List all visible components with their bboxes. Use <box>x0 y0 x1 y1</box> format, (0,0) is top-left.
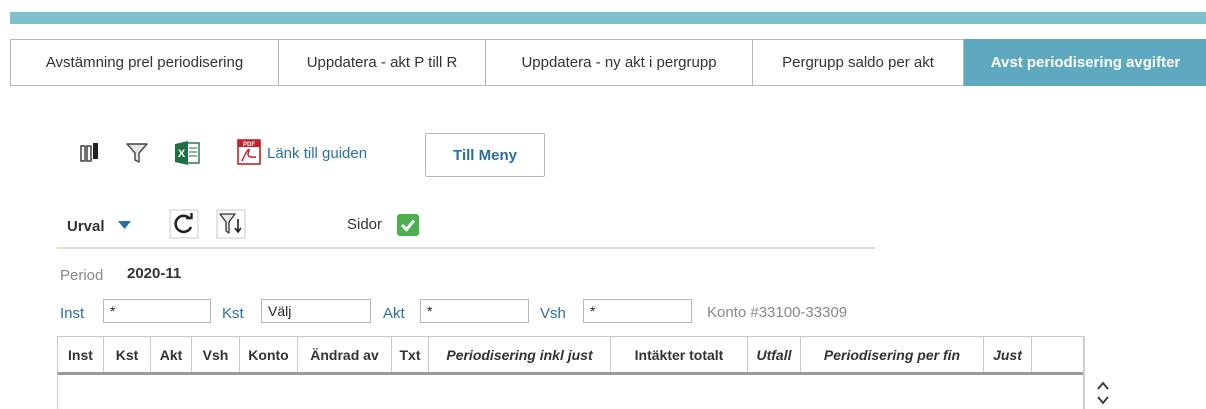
tab-pergrupp-saldo-per-akt[interactable]: Pergrupp saldo per akt <box>752 39 964 86</box>
inst-label: Inst <box>60 305 85 322</box>
col-header-intakter-totalt[interactable]: Intäkter totalt <box>611 337 748 372</box>
tab-bar: Avstämning prel periodisering Uppdatera … <box>10 39 1206 86</box>
konto-range: Konto #33100-33309 <box>707 304 848 321</box>
sidor-label: Sidor <box>347 216 383 233</box>
tab-uppdatera-ny-akt-i-pergrupp[interactable]: Uppdatera - ny akt i pergrupp <box>485 39 752 86</box>
tab-uppdatera-akt-p-till-r[interactable]: Uppdatera - akt P till R <box>278 39 485 86</box>
top-banner <box>10 12 1206 24</box>
sidor-checkbox[interactable] <box>397 214 419 236</box>
data-grid: Inst Kst Akt Vsh Konto Ändrad av Txt Per… <box>57 336 1084 409</box>
col-header-konto[interactable]: Konto <box>240 337 298 372</box>
urval-label[interactable]: Urval <box>67 218 105 235</box>
period-value: 2020-11 <box>127 265 182 282</box>
tab-avstamning-prel-periodisering[interactable]: Avstämning prel periodisering <box>10 39 278 86</box>
excel-icon[interactable]: X <box>174 140 200 166</box>
vsh-input[interactable]: * <box>583 299 692 323</box>
col-header-inst[interactable]: Inst <box>58 337 104 372</box>
col-header-vsh[interactable]: Vsh <box>192 337 240 372</box>
grid-scrollbar[interactable] <box>1084 336 1121 409</box>
tab-avst-periodisering-avgifter[interactable]: Avst periodisering avgifter <box>964 39 1206 86</box>
col-header-andrad-av[interactable]: Ändrad av <box>298 337 392 372</box>
inst-input[interactable]: * <box>103 299 211 323</box>
col-header-periodisering-per-fin[interactable]: Periodisering per fin <box>801 337 984 372</box>
col-header-just[interactable]: Just <box>984 337 1032 372</box>
till-meny-button[interactable]: Till Meny <box>425 133 545 177</box>
filter-apply-icon[interactable] <box>216 209 246 239</box>
svg-text:PDF: PDF <box>243 142 255 148</box>
reset-icon[interactable] <box>169 209 199 239</box>
svg-text:X: X <box>178 148 186 160</box>
guide-link[interactable]: Länk till guiden <box>267 145 367 162</box>
vsh-label: Vsh <box>540 305 566 322</box>
kst-label: Kst <box>222 305 244 322</box>
col-header-utfall[interactable]: Utfall <box>748 337 801 372</box>
scroll-arrows-icon[interactable] <box>1096 380 1110 406</box>
col-header-periodisering-inkl-just[interactable]: Periodisering inkl just <box>429 337 611 372</box>
grid-header: Inst Kst Akt Vsh Konto Ändrad av Txt Per… <box>58 337 1083 375</box>
period-label: Period <box>60 267 104 284</box>
kst-input[interactable]: Välj <box>261 299 371 323</box>
col-header-akt[interactable]: Akt <box>151 337 192 372</box>
caret-down-icon[interactable] <box>117 220 132 230</box>
filter-icon[interactable] <box>125 141 149 165</box>
akt-input[interactable]: * <box>420 299 529 323</box>
akt-label: Akt <box>383 305 405 322</box>
col-header-kst[interactable]: Kst <box>104 337 151 372</box>
pdf-icon[interactable]: PDF <box>236 138 262 166</box>
columns-icon[interactable] <box>80 142 100 164</box>
separator <box>57 247 875 249</box>
col-header-txt[interactable]: Txt <box>392 337 429 372</box>
